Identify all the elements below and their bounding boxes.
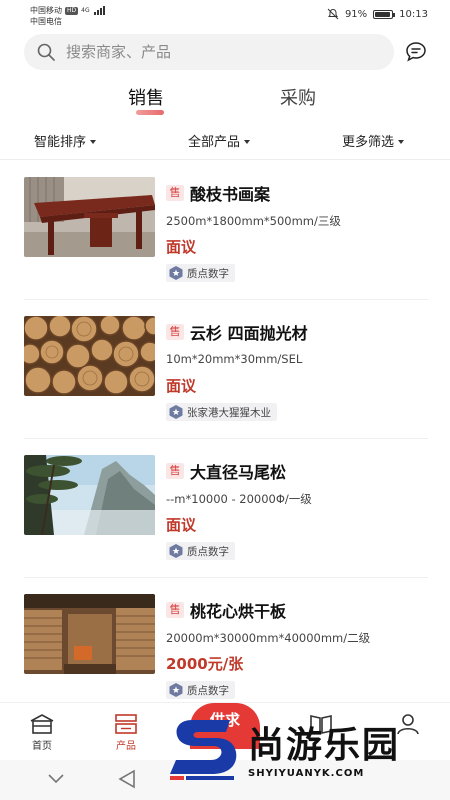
top-tabs: 销售 采购 — [0, 80, 450, 120]
shop-icon — [169, 266, 183, 280]
log-ends-image — [24, 316, 155, 396]
carrier-info: 中国移动 HD 4G 中国电信 — [30, 5, 105, 27]
seller-badge[interactable]: 张家港大猩猩木业 — [166, 403, 277, 421]
sale-tag: 售 — [166, 463, 184, 479]
seller-name: 张家港大猩猩木业 — [187, 406, 271, 419]
filter-smart-sort[interactable]: 智能排序 — [34, 131, 97, 150]
wooden-desk-image — [24, 177, 155, 257]
product-spec: 2500m*1800mm*500mm/三级 — [166, 214, 341, 228]
seller-name: 质点数字 — [187, 267, 229, 280]
status-right: 91% 10:13 — [327, 8, 428, 20]
shop-icon — [169, 405, 183, 419]
nav-products[interactable]: 产品 — [101, 713, 151, 752]
product-price: 面议 — [166, 516, 197, 534]
caret-down-icon — [244, 139, 251, 144]
message-icon[interactable] — [404, 40, 428, 64]
product-title: 大直径马尾松 — [190, 463, 287, 482]
seller-badge[interactable]: 质点数字 — [166, 681, 235, 699]
product-card[interactable]: 售 云杉 四面抛光材 10m*20mm*30mm/SEL 面议 张家港大猩猩木业 — [0, 300, 450, 439]
product-spec: 10m*20mm*30mm/SEL — [166, 352, 303, 366]
sale-tag: 售 — [166, 602, 184, 618]
tab-sale[interactable]: 销售 — [128, 84, 164, 110]
filter-more[interactable]: 更多筛选 — [342, 131, 405, 150]
search-input[interactable] — [66, 43, 366, 61]
product-card[interactable]: 售 桃花心烘干板 20000m*30000mm*40000mm/二级 2000元… — [0, 578, 450, 717]
battery-fill — [375, 11, 390, 17]
nav-home-label: 首页 — [32, 741, 52, 752]
filter-all-products-label: 全部产品 — [188, 135, 241, 150]
product-price: 面议 — [166, 377, 197, 395]
filter-all-products[interactable]: 全部产品 — [188, 131, 251, 150]
caret-down-icon — [398, 139, 405, 144]
clock: 10:13 — [399, 8, 428, 20]
product-price: 2000元/张 — [166, 655, 244, 673]
network-type: 4G — [81, 7, 90, 14]
sale-tag: 售 — [166, 324, 184, 340]
filter-row: 智能排序 全部产品 更多筛选 — [0, 124, 450, 160]
battery-percent: 91% — [344, 8, 368, 20]
product-title: 桃花心烘干板 — [190, 602, 287, 621]
seller-badge[interactable]: 质点数字 — [166, 542, 235, 560]
caret-down-icon — [90, 139, 97, 144]
seller-badge[interactable]: 质点数字 — [166, 264, 235, 282]
active-tab-indicator — [136, 110, 164, 115]
product-spec: --m*10000 - 20000Φ/一级 — [166, 492, 312, 506]
filter-more-label: 更多筛选 — [342, 135, 395, 150]
lumber-warehouse-image — [24, 594, 155, 674]
filter-smart-sort-label: 智能排序 — [34, 135, 87, 150]
back-icon[interactable] — [118, 769, 136, 789]
product-title: 云杉 四面抛光材 — [190, 324, 308, 343]
watermark-text: 尚游乐园 — [248, 725, 401, 766]
shop-icon — [169, 544, 183, 558]
search-bar[interactable] — [24, 34, 394, 70]
signal-icon — [93, 6, 105, 15]
products-icon — [115, 714, 137, 734]
product-card[interactable]: 售 大直径马尾松 --m*10000 - 20000Φ/一级 面议 质点数字 — [0, 439, 450, 578]
shop-icon — [169, 683, 183, 697]
tab-purchase[interactable]: 采购 — [280, 84, 316, 110]
hd-badge: HD — [65, 6, 79, 15]
mute-icon — [327, 8, 339, 20]
seller-name: 质点数字 — [187, 545, 229, 558]
product-spec: 20000m*30000mm*40000mm/二级 — [166, 631, 371, 645]
watermark-url: SHYIYUANYK.COM — [248, 768, 365, 779]
search-row — [0, 34, 450, 70]
seller-name: 质点数字 — [187, 684, 229, 697]
product-card[interactable]: 售 酸枝书画案 2500m*1800mm*500mm/三级 面议 质点数字 — [0, 161, 450, 300]
search-icon — [37, 43, 55, 61]
nav-home[interactable]: 首页 — [17, 713, 67, 752]
pine-mountain-image — [24, 455, 155, 535]
carrier2-label: 中国电信 — [30, 17, 62, 26]
nav-products-label: 产品 — [116, 741, 136, 752]
chevron-down-icon[interactable] — [48, 774, 64, 784]
watermark-logo-icon — [170, 720, 237, 780]
product-title: 酸枝书画案 — [190, 185, 271, 204]
status-bar: 中国移动 HD 4G 中国电信 91% 10:13 — [0, 0, 450, 32]
battery-icon — [373, 9, 396, 19]
carrier1-label: 中国移动 — [30, 6, 62, 15]
home-icon — [30, 714, 54, 734]
watermark: 尚游乐园 SHYIYUANYK.COM — [170, 712, 450, 800]
sale-tag: 售 — [166, 185, 184, 201]
product-price: 面议 — [166, 238, 197, 256]
